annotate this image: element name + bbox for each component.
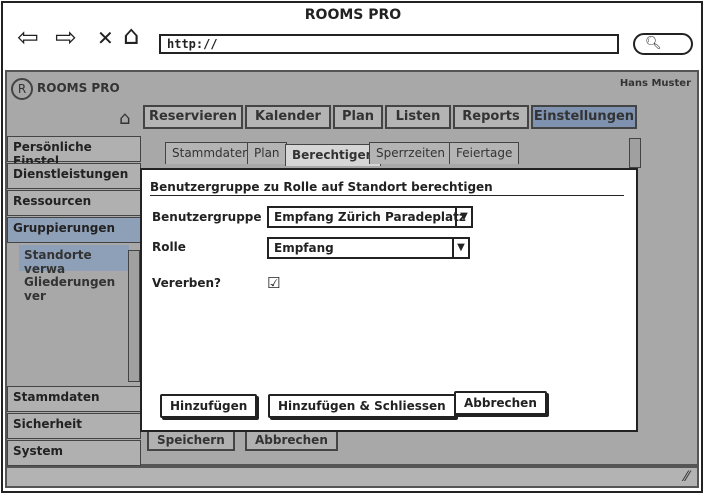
usergroup-label: Benutzergruppe [152, 210, 262, 224]
content-scrollbar[interactable] [629, 138, 641, 168]
usergroup-select[interactable]: Empfang Zürich Paradeplatz ▼ [267, 206, 473, 228]
close-icon[interactable]: ✕ [97, 25, 114, 51]
add-close-button[interactable]: Hinzufügen & Schliessen [268, 394, 456, 418]
status-bar: ⁄⁄ [5, 466, 699, 488]
sidebar-item-system[interactable]: System [7, 440, 141, 466]
usergroup-value: Empfang Zürich Paradeplatz [274, 210, 466, 224]
tab-reports[interactable]: Reports [453, 105, 529, 129]
subtab-plan[interactable]: Plan [247, 142, 287, 164]
sidebar-scrollbar[interactable] [128, 250, 140, 382]
sidebar-item-gruppierungen[interactable]: Gruppierungen [7, 217, 141, 243]
tab-listen[interactable]: Listen [385, 105, 451, 129]
dialog-title: Benutzergruppe zu Rolle auf Standort ber… [150, 180, 493, 194]
arrow-left-icon[interactable]: ⇦ [17, 25, 39, 51]
resize-grip-icon[interactable]: ⁄⁄ [684, 469, 689, 485]
browser-title: ROOMS PRO [304, 7, 402, 23]
address-bar[interactable]: http:// [159, 34, 619, 54]
app-name: ROOMS PRO [37, 81, 120, 95]
home-icon[interactable]: ⌂ [119, 108, 130, 129]
user-name[interactable]: Hans Muster [620, 78, 691, 89]
title-divider [150, 195, 624, 196]
subtab-berechtigen[interactable]: Berechtigen [285, 144, 382, 166]
add-button[interactable]: Hinzufügen [160, 394, 258, 418]
sidebar-item-ressourcen[interactable]: Ressourcen [7, 190, 141, 216]
role-label: Rolle [152, 240, 186, 254]
sidebar-subitem-gliederungen[interactable]: Gliederungen ver [19, 272, 129, 303]
home-icon[interactable]: ⌂ [123, 23, 140, 49]
tab-einstellungen[interactable]: Einstellungen [531, 105, 637, 129]
inherit-checkbox[interactable]: ☑ [267, 274, 280, 292]
app-logo: R [11, 78, 33, 100]
role-select[interactable]: Empfang ▼ [267, 237, 470, 259]
cancel-button[interactable]: Abbrechen [245, 429, 338, 451]
sidebar-item-dienstleistungen[interactable]: Dienstleistungen [7, 163, 141, 189]
inherit-label: Vererben? [152, 276, 221, 290]
tab-plan[interactable]: Plan [333, 105, 383, 129]
subtab-stammdaten[interactable]: Stammdaten [165, 142, 257, 164]
permission-dialog: Benutzergruppe zu Rolle auf Standort ber… [140, 168, 638, 432]
subtab-feiertage[interactable]: Feiertage [449, 142, 520, 164]
arrow-right-icon[interactable]: ⇨ [55, 25, 77, 51]
tab-reservieren[interactable]: Reservieren [143, 105, 243, 129]
chevron-down-icon[interactable]: ▼ [455, 208, 471, 226]
save-button[interactable]: Speichern [147, 429, 235, 451]
role-value: Empfang [274, 241, 334, 255]
sidebar-subitem-standorte[interactable]: Standorte verwa [19, 245, 129, 276]
search-box[interactable]: 🔍︎ [633, 33, 693, 55]
sidebar-item-sicherheit[interactable]: Sicherheit [7, 413, 141, 439]
sidebar-item-stammdaten[interactable]: Stammdaten [7, 386, 141, 412]
search-icon: 🔍︎ [645, 36, 662, 51]
subtab-sperrzeiten[interactable]: Sperrzeiten [369, 142, 452, 164]
dialog-cancel-button[interactable]: Abbrechen [454, 391, 547, 415]
tab-kalender[interactable]: Kalender [245, 105, 331, 129]
chevron-down-icon[interactable]: ▼ [452, 239, 468, 257]
sidebar-item-persoenliche[interactable]: Persönliche Einstel [7, 136, 141, 168]
